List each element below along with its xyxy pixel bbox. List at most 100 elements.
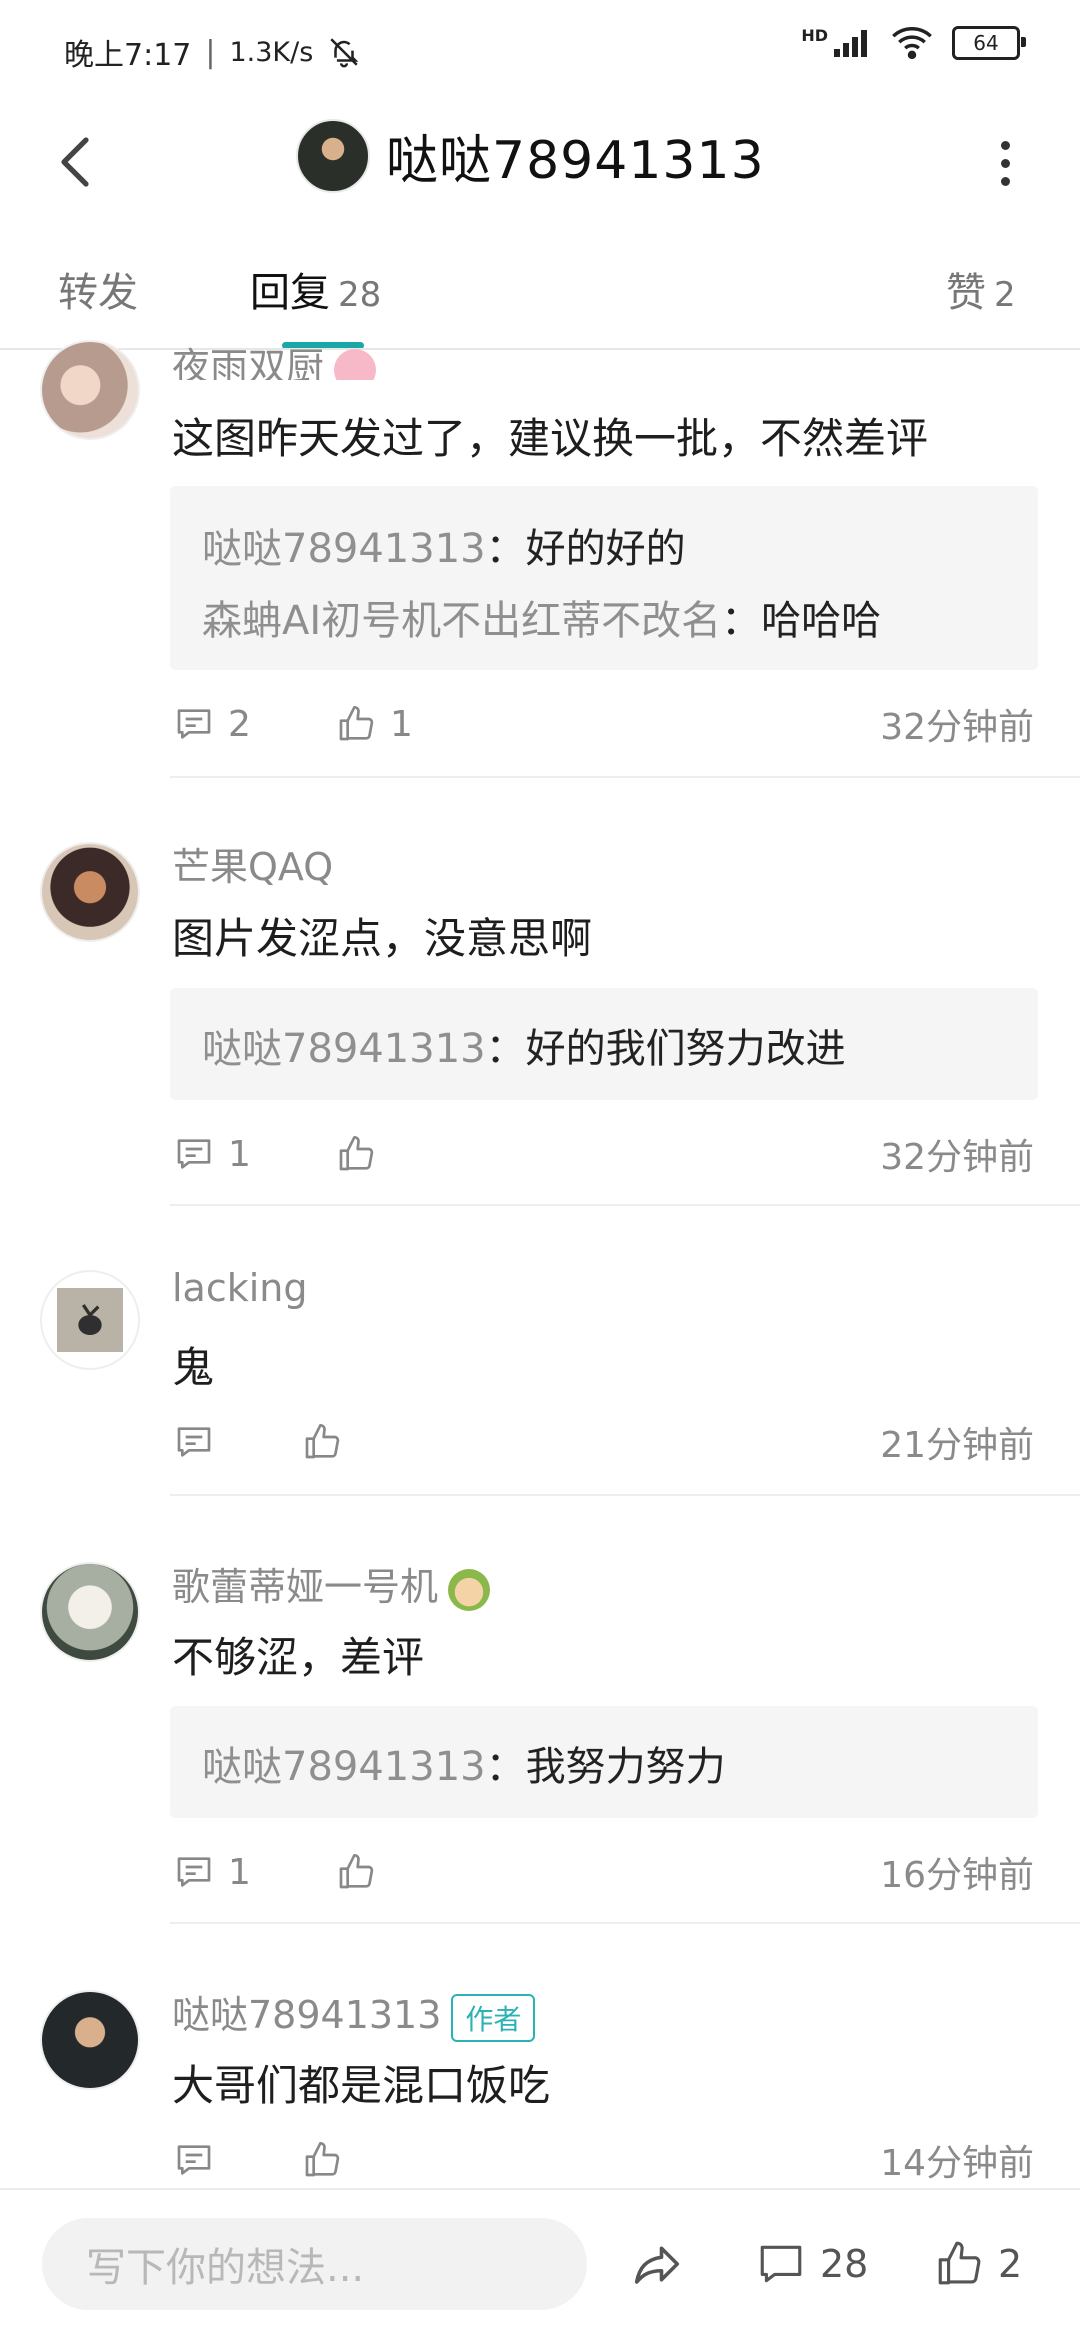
- reply-author: 哒哒78941313: [202, 526, 486, 572]
- avatar[interactable]: [40, 1270, 140, 1370]
- more-dot: [1000, 140, 1010, 150]
- comment-icon: [177, 2145, 211, 2175]
- comment-time: 21分钟前: [880, 1425, 1034, 1466]
- level-badge-icon: [334, 348, 377, 380]
- like-button[interactable]: [302, 2130, 356, 2190]
- back-button[interactable]: [36, 122, 116, 202]
- avatar-image: [57, 1288, 123, 1352]
- comment-count: 2: [228, 703, 251, 745]
- input-placeholder: 写下你的想法...: [86, 2245, 365, 2291]
- like-button[interactable]: [302, 1412, 356, 1472]
- username-text: 夜雨双厨: [172, 345, 325, 380]
- comment-actions: 21分钟前: [170, 1412, 1038, 1472]
- reply-author: 森蚺AI初号机不出红蒂不改名: [202, 598, 722, 644]
- comment-icon: [177, 1857, 211, 1887]
- reply-line[interactable]: 森蚺AI初号机不出红蒂不改名：哈哈哈: [202, 588, 881, 646]
- username-text: 哒哒78941313: [172, 1993, 442, 2037]
- comment-text: 大哥们都是混口饭吃: [172, 2061, 551, 2110]
- reply-box[interactable]: 哒哒78941313：好的好的 森蚺AI初号机不出红蒂不改名：哈哈哈: [170, 486, 1038, 670]
- tab-likes[interactable]: 赞2: [946, 260, 1016, 320]
- comment-actions: 1 32分钟前: [170, 1124, 1038, 1184]
- battery-icon: 64: [952, 26, 1026, 60]
- user-emoji-icon: [448, 1568, 491, 1611]
- signal-icon: [834, 30, 867, 57]
- comment-divider: [170, 776, 1080, 778]
- battery-level: 64: [973, 31, 999, 55]
- tab-count: 2: [994, 275, 1016, 315]
- comment-actions: 1 16分钟前: [170, 1842, 1038, 1902]
- comment-button[interactable]: [174, 2130, 228, 2190]
- comment-username[interactable]: 芒果QAQ: [172, 836, 333, 891]
- reply-author: 哒哒78941313: [202, 1026, 486, 1072]
- more-dot: [1000, 176, 1010, 186]
- more-dot: [1000, 158, 1010, 168]
- avatar[interactable]: [40, 340, 140, 440]
- comment-button[interactable]: 2: [174, 694, 251, 754]
- comment-button[interactable]: 1: [174, 1842, 251, 1902]
- leaf-bag-icon: [78, 1304, 102, 1335]
- comment-time: 14分钟前: [880, 2143, 1034, 2184]
- tab-label: 赞: [946, 270, 986, 316]
- status-time: 晚上7:17: [64, 38, 192, 73]
- likes-count: 2: [998, 2242, 1023, 2286]
- reply-box[interactable]: 哒哒78941313：我努力努力: [170, 1706, 1038, 1818]
- like-count: 1: [390, 703, 413, 745]
- comment-icon: [760, 2245, 802, 2283]
- author-badge: 作者: [451, 1993, 536, 2042]
- comment-text: 这图昨天发过了，建议换一批，不然差评: [172, 414, 929, 463]
- like-button[interactable]: [336, 1842, 390, 1902]
- title-area[interactable]: 哒哒78941313: [296, 118, 765, 193]
- reply-box[interactable]: 哒哒78941313：好的我们努力改进: [170, 988, 1038, 1100]
- avatar[interactable]: [40, 1562, 140, 1662]
- reply-text: ：好的我们努力改进: [485, 1026, 846, 1072]
- wifi-icon: [892, 27, 932, 60]
- comment-username[interactable]: lacking: [172, 1266, 308, 1310]
- thumbs-up-icon: [938, 2241, 981, 2285]
- reply-line[interactable]: 哒哒78941313：好的好的: [202, 516, 686, 574]
- tab-replies[interactable]: 回复 28: [250, 260, 381, 320]
- status-right: HD 64: [801, 25, 1026, 60]
- share-icon: [634, 2246, 680, 2284]
- comment-time: 16分钟前: [880, 1855, 1034, 1896]
- like-button[interactable]: [336, 1124, 390, 1184]
- comment-username[interactable]: 哒哒78941313 作者: [172, 1984, 536, 2042]
- avatar[interactable]: [40, 1990, 140, 2090]
- avatar[interactable]: [40, 842, 140, 942]
- status-left: 晚上7:17 | 1.3K/s: [64, 30, 361, 74]
- comment-time: 32分钟前: [880, 707, 1034, 748]
- reply-author: 哒哒78941313: [202, 1744, 486, 1790]
- reply-text: ：哈哈哈: [721, 598, 882, 644]
- tab-repost[interactable]: 转发: [58, 260, 138, 320]
- network-type: HD: [801, 25, 828, 45]
- comment-username[interactable]: 歌蕾蒂娅一号机: [172, 1556, 491, 1611]
- comment-divider: [170, 1922, 1080, 1924]
- thumbs-up-icon: [305, 1424, 340, 1459]
- more-options-button[interactable]: [980, 128, 1030, 198]
- comment-icon: [177, 1427, 211, 1457]
- share-button[interactable]: [630, 2228, 684, 2300]
- comment-actions: 2 1 32分钟前: [170, 694, 1038, 754]
- author-avatar[interactable]: [296, 118, 370, 193]
- comments-button[interactable]: 28: [756, 2228, 868, 2300]
- comment-input[interactable]: 写下你的想法...: [42, 2218, 587, 2310]
- comment-time: 32分钟前: [880, 1137, 1034, 1178]
- comment-icon: [177, 1139, 211, 1169]
- comment-text: 不够涩，差评: [172, 1633, 425, 1682]
- thumbs-up-icon: [339, 706, 374, 741]
- comment-text: 图片发涩点，没意思啊: [172, 914, 593, 963]
- like-post-button[interactable]: 2: [934, 2228, 1022, 2300]
- reply-text: ：我努力努力: [485, 1744, 726, 1790]
- chevron-left-icon: [61, 137, 89, 187]
- tab-label: 回复: [250, 270, 330, 316]
- reply-line[interactable]: 哒哒78941313：好的我们努力改进: [202, 1016, 846, 1074]
- bell-off-icon: [330, 38, 359, 68]
- tab-count: 28: [338, 275, 382, 315]
- reply-line[interactable]: 哒哒78941313：我努力努力: [202, 1734, 726, 1792]
- comment-button[interactable]: [174, 1412, 228, 1472]
- like-button[interactable]: 1: [336, 694, 413, 754]
- comment-username[interactable]: 夜雨双厨: [172, 336, 377, 380]
- comment-divider: [170, 1204, 1080, 1206]
- comment-count: 1: [228, 1851, 251, 1893]
- comment-button[interactable]: 1: [174, 1124, 251, 1184]
- comment-text: 鬼: [172, 1343, 215, 1392]
